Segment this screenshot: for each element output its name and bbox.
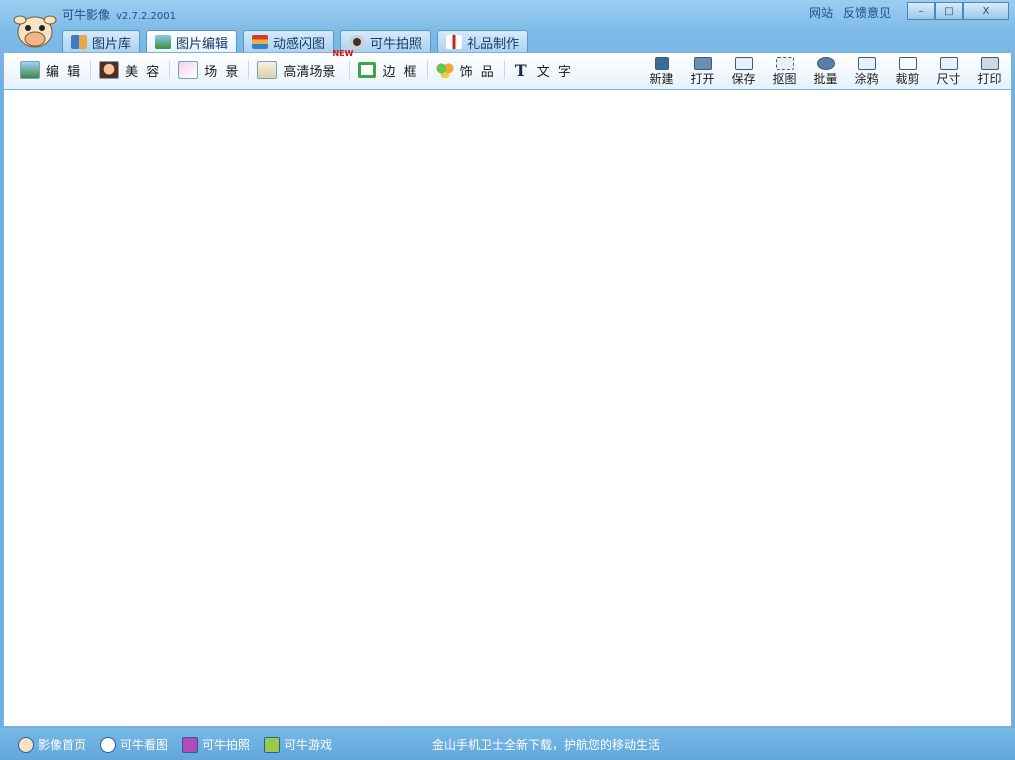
border-frame-icon bbox=[358, 62, 377, 78]
crop-button[interactable]: 裁剪 bbox=[892, 55, 923, 87]
tab-gallery[interactable]: 图片库 bbox=[62, 30, 141, 53]
tab-label: 可牛拍照 bbox=[370, 36, 423, 52]
clover-decoration-icon bbox=[435, 62, 454, 78]
action-label: 打开 bbox=[690, 72, 715, 86]
tab-label: 图片库 bbox=[92, 36, 132, 52]
tab-flash-gif[interactable]: 动感闪图 bbox=[243, 30, 335, 53]
tool-edit[interactable]: 编 辑 bbox=[12, 59, 90, 81]
new-file-icon bbox=[654, 57, 669, 70]
eye-viewer-icon bbox=[100, 736, 117, 753]
face-beauty-icon bbox=[99, 61, 120, 79]
status-bar: 影像首页 可牛看图 可牛拍照 可牛游戏 金山手机卫士全新下载，护航您的移动生活 bbox=[0, 728, 1015, 760]
action-label: 尺寸 bbox=[936, 72, 961, 86]
camera-icon bbox=[182, 736, 199, 753]
edit-tools: 编 辑 美 容 场 景 高清场景 NEW 边 框 饰 品 T 文 字 bbox=[12, 49, 581, 81]
feedback-link[interactable]: 反馈意见 bbox=[843, 6, 891, 20]
status-link-label: 可牛看图 bbox=[120, 738, 169, 752]
tool-text[interactable]: T 文 字 bbox=[505, 59, 581, 81]
cutout-button[interactable]: 抠图 bbox=[769, 55, 800, 87]
gallery-icon bbox=[71, 35, 87, 49]
gift-icon bbox=[446, 35, 463, 49]
main-tabs: 图片库 图片编辑 动感闪图 可牛拍照 礼品制作 bbox=[62, 30, 529, 53]
close-icon: X bbox=[982, 5, 990, 17]
window-controls: – □ X bbox=[907, 2, 1009, 20]
tab-image-edit[interactable]: 图片编辑 bbox=[146, 30, 238, 53]
close-button[interactable]: X bbox=[963, 2, 1009, 20]
action-label: 新建 bbox=[649, 72, 674, 86]
minimize-button[interactable]: – bbox=[907, 2, 935, 20]
edit-landscape-icon bbox=[20, 61, 40, 79]
tool-label: 场 景 bbox=[204, 64, 241, 80]
status-link-games[interactable]: 可牛游戏 bbox=[264, 736, 332, 753]
printer-icon bbox=[980, 57, 999, 70]
tab-label: 动感闪图 bbox=[273, 36, 326, 52]
tool-hd-scene[interactable]: 高清场景 NEW bbox=[249, 49, 353, 81]
maximize-icon: □ bbox=[944, 5, 954, 17]
maximize-button[interactable]: □ bbox=[935, 2, 963, 20]
tool-label: 文 字 bbox=[536, 64, 573, 80]
status-link-home[interactable]: 影像首页 bbox=[18, 736, 86, 753]
crop-icon bbox=[898, 57, 917, 70]
game-icon bbox=[264, 736, 281, 753]
tool-scene[interactable]: 场 景 bbox=[170, 59, 248, 81]
open-folder-icon bbox=[693, 57, 712, 70]
tool-beauty[interactable]: 美 容 bbox=[91, 59, 169, 81]
text-t-icon: T bbox=[514, 60, 529, 80]
doodle-icon bbox=[857, 57, 876, 70]
status-link-label: 影像首页 bbox=[38, 738, 87, 752]
save-button[interactable]: 保存 bbox=[728, 55, 759, 87]
resize-button[interactable]: 尺寸 bbox=[933, 55, 964, 87]
website-link[interactable]: 网站 bbox=[809, 6, 833, 20]
action-label: 裁剪 bbox=[895, 72, 920, 86]
action-label: 批量 bbox=[813, 72, 838, 86]
top-links: 网站 反馈意见 bbox=[803, 4, 891, 21]
tool-border[interactable]: 边 框 bbox=[350, 59, 426, 81]
tool-label: 高清场景 bbox=[283, 64, 336, 80]
tab-label: 图片编辑 bbox=[176, 36, 229, 52]
resize-icon bbox=[939, 57, 958, 70]
doodle-button[interactable]: 涂鸦 bbox=[851, 55, 882, 87]
status-links: 影像首页 可牛看图 可牛拍照 可牛游戏 bbox=[18, 736, 332, 753]
tool-label: 边 框 bbox=[382, 64, 419, 80]
tab-label: 礼品制作 bbox=[467, 36, 520, 52]
file-actions: 新建 打开 保存 抠图 批量 涂鸦 裁剪 尺寸 打印 bbox=[646, 55, 1005, 87]
edit-toolbar: 编 辑 美 容 场 景 高清场景 NEW 边 框 饰 品 T 文 字 新建 打开… bbox=[3, 49, 1012, 90]
new-badge: NEW bbox=[332, 49, 354, 58]
status-link-viewer[interactable]: 可牛看图 bbox=[100, 736, 168, 753]
tool-label: 饰 品 bbox=[459, 64, 496, 80]
app-version: v2.7.2.2001 bbox=[116, 11, 177, 22]
action-label: 涂鸦 bbox=[854, 72, 879, 86]
tool-decoration[interactable]: 饰 品 bbox=[428, 59, 504, 81]
batch-button[interactable]: 批量 bbox=[810, 55, 841, 87]
batch-gear-icon bbox=[816, 57, 835, 70]
tool-label: 编 辑 bbox=[46, 64, 83, 80]
minimize-icon: – bbox=[918, 5, 924, 17]
tab-webcam[interactable]: 可牛拍照 bbox=[340, 30, 432, 53]
action-label: 保存 bbox=[731, 72, 756, 86]
status-link-camera[interactable]: 可牛拍照 bbox=[182, 736, 250, 753]
app-window: 可牛影像 v2.7.2.2001 网站 反馈意见 – □ X 图片库 图片编辑 动… bbox=[0, 0, 1015, 760]
action-label: 打印 bbox=[977, 72, 1002, 86]
tool-label: 美 容 bbox=[125, 64, 162, 80]
app-title: 可牛影像 bbox=[62, 8, 111, 22]
flash-gif-icon bbox=[252, 35, 269, 49]
print-button[interactable]: 打印 bbox=[974, 55, 1005, 87]
image-edit-icon bbox=[155, 35, 172, 49]
webcam-icon bbox=[349, 35, 366, 49]
status-link-label: 可牛拍照 bbox=[202, 738, 251, 752]
save-disk-icon bbox=[734, 57, 753, 70]
cow-home-icon bbox=[18, 736, 34, 753]
tab-gift[interactable]: 礼品制作 bbox=[437, 30, 529, 53]
cow-logo-icon bbox=[12, 8, 58, 50]
hd-scene-icon bbox=[257, 61, 278, 79]
image-canvas[interactable] bbox=[3, 89, 1012, 727]
status-ad-text[interactable]: 金山手机卫士全新下载，护航您的移动生活 bbox=[432, 736, 660, 753]
open-button[interactable]: 打开 bbox=[687, 55, 718, 87]
action-label: 抠图 bbox=[772, 72, 797, 86]
window-title: 可牛影像 v2.7.2.2001 bbox=[62, 6, 176, 23]
cutout-icon bbox=[775, 57, 794, 70]
new-button[interactable]: 新建 bbox=[646, 55, 677, 87]
scene-icon bbox=[178, 61, 199, 79]
status-link-label: 可牛游戏 bbox=[284, 738, 333, 752]
